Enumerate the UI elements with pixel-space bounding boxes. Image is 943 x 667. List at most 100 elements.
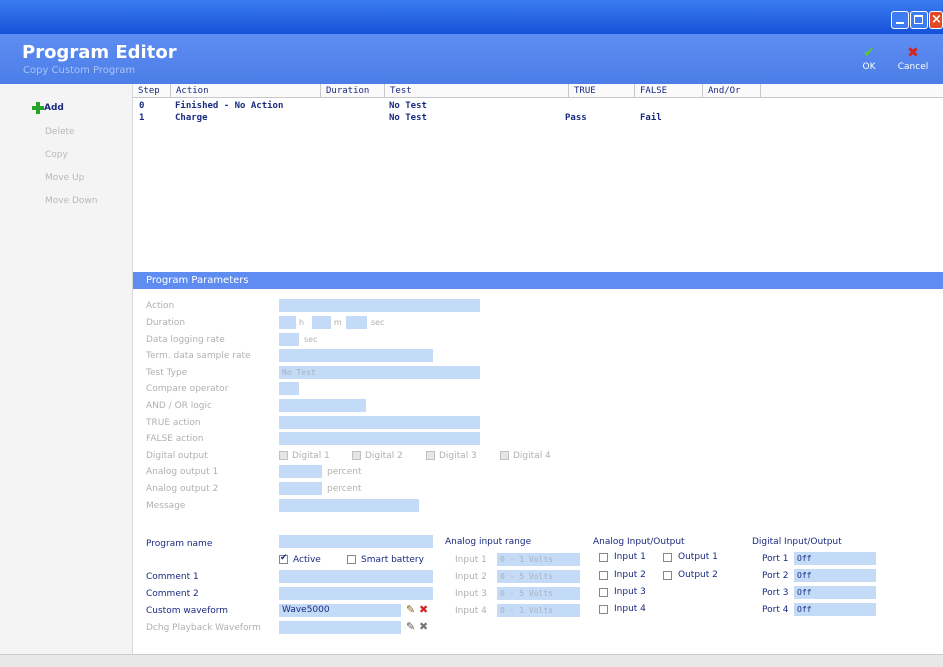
param-label-digital-output: Digital output	[146, 451, 208, 461]
range-input-3-field[interactable]: 0 - 5 Volts	[497, 587, 580, 600]
dchg-playback-label: Dchg Playback Waveform	[146, 623, 261, 633]
minimize-button[interactable]	[891, 11, 909, 29]
analog-output-2-checkbox[interactable]	[663, 571, 672, 580]
port-1-field[interactable]: Off	[794, 552, 876, 565]
cancel-button[interactable]: ✖ Cancel	[893, 46, 933, 72]
move-up-button[interactable]: Move Up	[45, 173, 84, 183]
analog-output-2-label: Output 2	[678, 570, 718, 580]
port-3-field[interactable]: Off	[794, 586, 876, 599]
range-input-1-field[interactable]: 0 - 1 Volts	[497, 553, 580, 566]
custom-waveform-field[interactable]: Wave5000	[279, 604, 401, 617]
step-sidebar	[0, 84, 133, 654]
comment-2-field[interactable]	[279, 587, 433, 600]
delete-step-button[interactable]: Delete	[45, 127, 75, 137]
window-titlebar: ×	[0, 0, 943, 34]
column-header-step[interactable]: Step	[133, 84, 171, 98]
param-label-true-action: TRUE action	[146, 418, 201, 428]
test-type-select[interactable]: No Test	[279, 366, 480, 379]
column-header-false[interactable]: FALSE	[635, 84, 703, 98]
copy-step-button[interactable]: Copy	[45, 150, 68, 160]
analog-input-range-title: Analog input range	[445, 537, 532, 547]
column-header-duration[interactable]: Duration	[321, 84, 385, 98]
column-header-andor[interactable]: And/Or	[703, 84, 761, 98]
duration-seconds-field[interactable]	[346, 316, 367, 329]
active-checkbox[interactable]: ✔	[279, 553, 288, 564]
analog-output-1-label: Output 1	[678, 552, 718, 562]
port-2-field[interactable]: Off	[794, 569, 876, 582]
andor-logic-field[interactable]	[279, 399, 366, 412]
smart-battery-checkbox[interactable]	[347, 555, 356, 564]
analog-input-4-checkbox[interactable]	[599, 605, 608, 614]
checkmark-icon: ✔	[863, 45, 875, 61]
port-4-field[interactable]: Off	[794, 603, 876, 616]
digital-4-checkbox[interactable]	[500, 451, 509, 460]
action-field[interactable]	[279, 299, 480, 312]
comment-1-field[interactable]	[279, 570, 433, 583]
column-header-true[interactable]: TRUE	[569, 84, 635, 98]
cancel-label: Cancel	[897, 62, 929, 72]
param-label-message: Message	[146, 501, 186, 511]
cell-test: No Test	[389, 113, 427, 123]
duration-hours-field[interactable]	[279, 316, 296, 329]
cell-action: Charge	[175, 113, 208, 123]
column-header-filler	[761, 84, 943, 98]
digital-2-checkbox[interactable]	[352, 451, 361, 460]
cell-true: Pass	[565, 113, 587, 123]
message-field[interactable]	[279, 499, 419, 512]
logging-sec-unit: sec	[304, 335, 318, 344]
range-input-1-label: Input 1	[455, 555, 487, 565]
duration-sec-unit: sec	[371, 318, 385, 327]
port-3-label: Port 3	[762, 588, 789, 598]
program-name-field[interactable]	[279, 535, 433, 548]
false-action-field[interactable]	[279, 432, 480, 445]
port-2-label: Port 2	[762, 571, 789, 581]
digital-3-checkbox[interactable]	[426, 451, 435, 460]
status-bar	[0, 654, 943, 667]
delete-x-icon[interactable]: ✖	[419, 604, 431, 616]
analog-input-3-checkbox[interactable]	[599, 588, 608, 597]
move-down-button[interactable]: Move Down	[45, 196, 98, 206]
port-1-label: Port 1	[762, 554, 789, 564]
param-label-analog-out2: Analog output 2	[146, 484, 219, 494]
dchg-playback-field[interactable]	[279, 621, 401, 634]
range-input-2-label: Input 2	[455, 572, 487, 582]
column-header-action[interactable]: Action	[171, 84, 321, 98]
close-button[interactable]: ×	[929, 11, 943, 29]
analog-io-title: Analog Input/Output	[593, 537, 685, 547]
term-sample-rate-field[interactable]	[279, 349, 433, 362]
param-label-false-action: FALSE action	[146, 434, 204, 444]
duration-minutes-field[interactable]	[312, 316, 331, 329]
param-label-duration: Duration	[146, 318, 186, 328]
analog-input-2-checkbox[interactable]	[599, 571, 608, 580]
analog-input-1-checkbox[interactable]	[599, 553, 608, 562]
true-action-field[interactable]	[279, 416, 480, 429]
add-step-button[interactable]: Add	[44, 103, 64, 113]
comment-2-label: Comment 2	[146, 589, 199, 599]
ok-button[interactable]: ✔ OK	[849, 46, 889, 72]
delete-x-icon[interactable]: ✖	[419, 621, 431, 633]
analog-output-2-field[interactable]	[279, 482, 322, 495]
column-header-test[interactable]: Test	[385, 84, 569, 98]
analog-input-4-label: Input 4	[614, 604, 646, 614]
range-input-2-field[interactable]: 0 - 5 Volts	[497, 570, 580, 583]
param-label-test-type: Test Type	[146, 368, 188, 378]
checkmark-icon: ✔	[280, 553, 288, 563]
range-input-4-field[interactable]: 0 - 1 Volts	[497, 604, 580, 617]
program-name-label: Program name	[146, 539, 213, 549]
param-label-term-rate: Term. data sample rate	[146, 351, 251, 361]
cell-step: 1	[139, 113, 145, 123]
maximize-button[interactable]	[910, 11, 928, 29]
cell-test: No Test	[389, 101, 427, 111]
analog-output-1-field[interactable]	[279, 465, 322, 478]
editor-header: Program Editor Copy Custom Program ✔ OK …	[0, 34, 943, 84]
port-4-label: Port 4	[762, 605, 789, 615]
analog-output-1-checkbox[interactable]	[663, 553, 672, 562]
digital-io-title: Digital Input/Output	[752, 537, 842, 547]
program-parameters-header: Program Parameters	[133, 272, 943, 289]
logging-rate-field[interactable]	[279, 333, 299, 346]
digital-1-checkbox[interactable]	[279, 451, 288, 460]
edit-pencil-icon[interactable]: ✎	[406, 621, 418, 633]
steps-table: Step Action Duration Test TRUE FALSE And…	[133, 84, 943, 272]
compare-operator-field[interactable]	[279, 382, 299, 395]
edit-pencil-icon[interactable]: ✎	[406, 604, 418, 616]
